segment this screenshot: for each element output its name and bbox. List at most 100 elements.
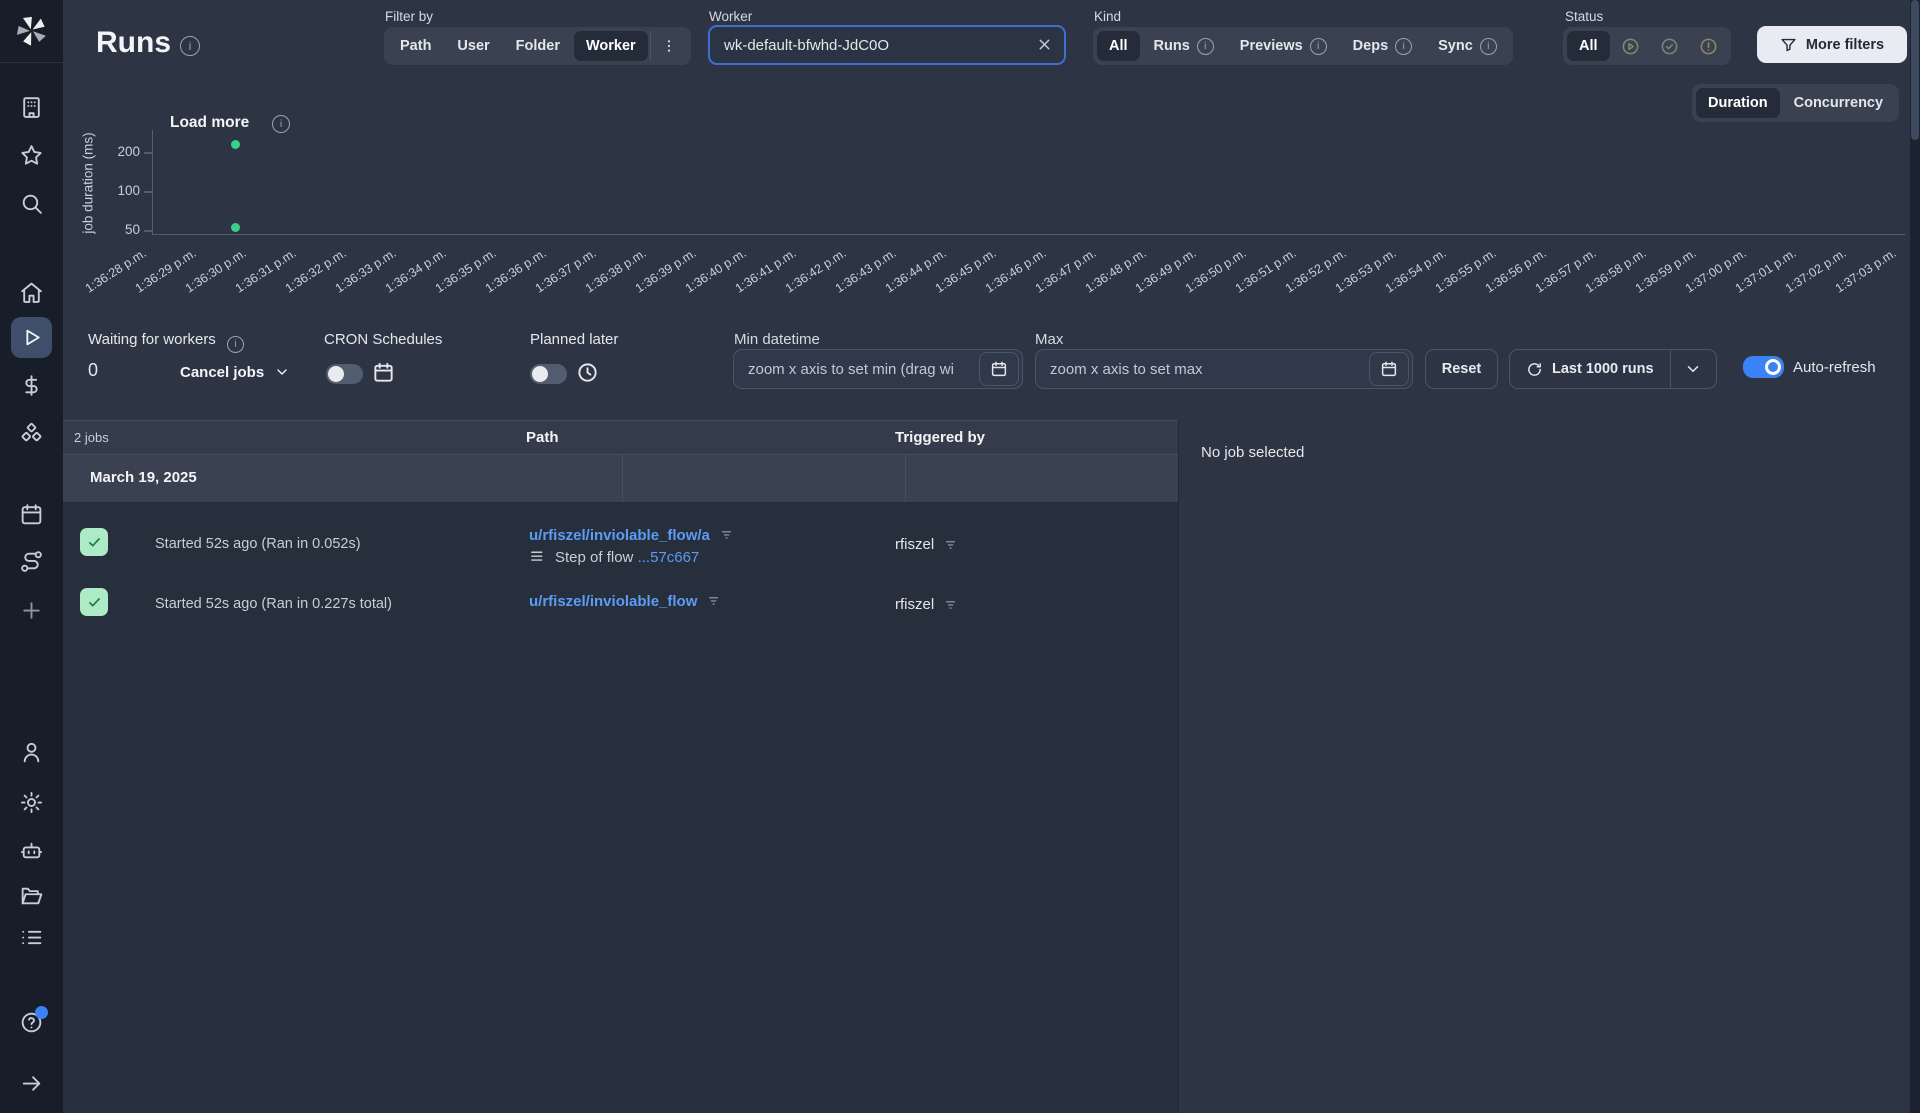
workers-bot-icon[interactable] xyxy=(19,838,44,863)
notification-dot xyxy=(35,1006,48,1019)
filter-by-folder[interactable]: Folder xyxy=(504,31,572,61)
home-icon[interactable] xyxy=(19,280,44,305)
x-axis-label: 1:36:38 p.m. xyxy=(582,246,649,296)
job-sub-prefix: Step of flow xyxy=(555,549,634,566)
kind-all[interactable]: All xyxy=(1097,31,1140,61)
settings-gear-icon[interactable] xyxy=(19,790,44,815)
filter-by-user-icon[interactable] xyxy=(944,538,959,553)
info-icon[interactable] xyxy=(1309,37,1327,55)
status-failure-alert-circle-icon[interactable] xyxy=(1690,31,1727,61)
audit-list-icon[interactable] xyxy=(19,925,44,950)
filter-by-group: Path User Folder Worker xyxy=(384,27,691,65)
page-scrollbar[interactable] xyxy=(1910,0,1920,1113)
x-axis-label: 1:36:36 p.m. xyxy=(482,246,549,296)
last-runs-split-button: Last 1000 runs xyxy=(1509,349,1717,389)
runs-chart-plot-area[interactable] xyxy=(152,130,1905,235)
job-started-text: Started 52s ago (Ran in 0.227s total) xyxy=(155,596,392,612)
more-filters-label: More filters xyxy=(1805,36,1885,53)
schedules-calendar-icon[interactable] xyxy=(19,502,44,527)
view-toggle-concurrency[interactable]: Concurrency xyxy=(1782,88,1895,118)
flow-run-id-link[interactable]: ...57c667 xyxy=(638,549,700,566)
x-axis-label: 1:36:54 p.m. xyxy=(1382,246,1449,296)
x-axis-label: 1:36:32 p.m. xyxy=(282,246,349,296)
max-datetime-input[interactable] xyxy=(1035,349,1413,389)
clock-icon[interactable] xyxy=(576,361,599,384)
last-runs-label: Last 1000 runs xyxy=(1552,361,1654,377)
more-filters-button[interactable]: More filters xyxy=(1757,26,1907,63)
filter-by-user[interactable]: User xyxy=(445,31,501,61)
kind-sync-label: Sync xyxy=(1438,38,1473,54)
filter-by-path-icon[interactable] xyxy=(720,528,735,543)
expand-arrow-right-icon[interactable] xyxy=(19,1071,44,1096)
x-axis-label: 1:36:46 p.m. xyxy=(982,246,1049,296)
info-icon[interactable] xyxy=(1479,37,1497,55)
search-icon[interactable] xyxy=(19,191,44,216)
info-icon[interactable] xyxy=(226,335,244,353)
x-axis-label: 1:36:49 p.m. xyxy=(1132,246,1199,296)
column-divider xyxy=(622,455,623,502)
sidebar xyxy=(0,0,63,1113)
filter-by-path[interactable]: Path xyxy=(388,31,443,61)
x-axis-label: 1:36:30 p.m. xyxy=(182,246,249,296)
job-path-link[interactable]: u/rfiszel/inviolable_flow/a xyxy=(529,527,710,544)
auto-refresh-toggle[interactable] xyxy=(1743,356,1784,378)
worker-field-label: Worker xyxy=(709,9,753,24)
runs-info-icon[interactable] xyxy=(180,36,200,56)
worker-clear-x-icon[interactable] xyxy=(1036,36,1053,53)
cron-schedules-label: CRON Schedules xyxy=(324,331,443,348)
table-header-row: 2 jobs Path Triggered by xyxy=(63,420,1178,455)
filter-by-user-icon[interactable] xyxy=(944,598,959,613)
status-running-play-circle-icon[interactable] xyxy=(1612,31,1649,61)
add-plus-icon[interactable] xyxy=(19,598,44,623)
view-toggle-duration[interactable]: Duration xyxy=(1696,88,1780,118)
jobs-count: 2 jobs xyxy=(74,430,109,445)
filter-by-more-dots-icon[interactable] xyxy=(649,31,687,61)
resources-boxes-icon[interactable] xyxy=(19,422,44,447)
triggered-by-user: rfiszel xyxy=(895,536,935,553)
x-axis-label: 1:36:53 p.m. xyxy=(1332,246,1399,296)
kind-deps-label: Deps xyxy=(1352,38,1389,54)
last-runs-dropdown-chevron[interactable] xyxy=(1669,350,1716,388)
status-all[interactable]: All xyxy=(1567,31,1610,61)
billing-dollar-icon[interactable] xyxy=(19,373,44,398)
cancel-jobs-button[interactable]: Cancel jobs xyxy=(180,364,290,381)
kind-group: All Runs Previews Deps Sync xyxy=(1093,27,1513,65)
flows-route-icon[interactable] xyxy=(19,549,44,574)
job-path-link[interactable]: u/rfiszel/inviolable_flow xyxy=(529,593,697,610)
cancel-jobs-label: Cancel jobs xyxy=(180,364,265,381)
auto-refresh-label: Auto-refresh xyxy=(1793,359,1876,376)
min-datetime-calendar-icon[interactable] xyxy=(979,352,1019,386)
y-axis-tick-label: 200 xyxy=(117,144,140,159)
cron-schedules-toggle[interactable] xyxy=(326,364,363,384)
kind-sync[interactable]: Sync xyxy=(1426,31,1509,61)
favorites-star-icon[interactable] xyxy=(19,143,44,168)
worker-input[interactable] xyxy=(708,25,1066,65)
reset-button[interactable]: Reset xyxy=(1425,349,1498,389)
user-icon[interactable] xyxy=(19,740,44,765)
cron-calendar-icon[interactable] xyxy=(372,361,395,384)
info-icon[interactable] xyxy=(1196,37,1214,55)
status-success-check-circle-icon[interactable] xyxy=(1651,31,1688,61)
x-axis-label: 1:37:02 p.m. xyxy=(1782,246,1849,296)
filter-by-path-icon[interactable] xyxy=(707,594,722,609)
planned-later-toggle[interactable] xyxy=(530,364,567,384)
help-icon[interactable] xyxy=(19,1006,48,1035)
y-axis-title: job duration (ms) xyxy=(80,132,96,234)
max-datetime-calendar-icon[interactable] xyxy=(1369,352,1409,386)
success-check-badge xyxy=(80,588,108,616)
info-icon[interactable] xyxy=(1395,37,1413,55)
sidebar-item-runs-selected[interactable] xyxy=(11,317,52,358)
run-data-point[interactable] xyxy=(230,223,240,233)
x-axis-label: 1:36:40 p.m. xyxy=(682,246,749,296)
filter-by-worker[interactable]: Worker xyxy=(573,31,648,61)
success-check-badge xyxy=(80,528,108,556)
run-data-point[interactable] xyxy=(230,140,240,150)
kind-deps[interactable]: Deps xyxy=(1341,31,1424,61)
workspace-building-icon[interactable] xyxy=(19,95,44,120)
folder-open-icon[interactable] xyxy=(19,883,44,908)
last-runs-refresh-button[interactable]: Last 1000 runs xyxy=(1510,350,1670,388)
kind-previews[interactable]: Previews xyxy=(1228,31,1339,61)
kind-runs[interactable]: Runs xyxy=(1142,31,1226,61)
scrollbar-thumb[interactable] xyxy=(1911,0,1919,140)
windmill-logo-icon[interactable] xyxy=(14,12,49,47)
